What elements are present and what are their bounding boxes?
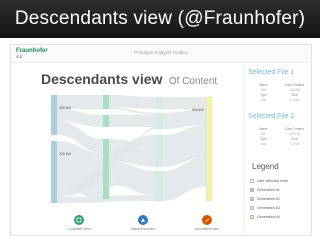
complete-view-button[interactable]: Complete View xyxy=(59,215,99,231)
annotate-icon xyxy=(202,215,212,225)
app-window: Fraunhofer IGD Prototype Analysis Toolbo… xyxy=(10,44,312,236)
selected-file-1-title: Selected File 1 xyxy=(248,69,295,76)
sankey-node[interactable] xyxy=(102,94,110,110)
legend-swatch xyxy=(250,205,254,210)
selected-file-2-details: Name Date Created file 12/1/18 Type Size… xyxy=(248,127,310,147)
expand-icon xyxy=(74,215,84,225)
sankey-link[interactable] xyxy=(109,95,156,109)
chart-title-main: Descendants view xyxy=(41,71,163,87)
evolution-icon xyxy=(138,215,148,225)
complete-view-label: Complete View xyxy=(67,227,91,231)
legend-label: Generation #3 xyxy=(257,205,280,210)
visual-evolution-label: Visual Evolution xyxy=(130,227,156,231)
annotated-view-label: Annotated view xyxy=(195,227,219,231)
legend-item: User selected node xyxy=(250,176,310,185)
sankey-node[interactable] xyxy=(155,134,163,168)
file1-type: doc xyxy=(260,98,267,102)
legend-item: Generation #4 xyxy=(250,212,310,221)
sankey-node-label: 660 kW xyxy=(192,108,205,112)
sankey-node-label: 350 kW xyxy=(59,106,72,110)
legend-swatch xyxy=(250,187,254,192)
side-panel: Selected File 1 Name Date Created file 1… xyxy=(243,65,311,235)
sankey-node[interactable] xyxy=(155,96,163,110)
sankey-node[interactable] xyxy=(205,96,213,202)
legend: User selected node Generation #1 Generat… xyxy=(250,176,310,221)
sankey-node[interactable] xyxy=(155,112,163,130)
file2-size: 1.2 kB xyxy=(289,142,300,146)
legend-item: Generation #1 xyxy=(250,185,310,194)
legend-item: Generation #2 xyxy=(250,194,310,203)
slide-title: Descendants view (@Fraunhofer) xyxy=(0,0,320,38)
legend-label: Generation #1 xyxy=(257,187,280,192)
sankey-node[interactable] xyxy=(102,138,110,200)
sankey-link[interactable] xyxy=(109,115,156,127)
logo-subtitle: IGD xyxy=(16,55,23,59)
chart-title-sub: Of Content xyxy=(168,76,218,87)
main-panel: Descendants view Of Content 350 kW 320 kW… xyxy=(31,71,241,235)
legend-swatch xyxy=(250,214,254,219)
top-bar: Fraunhofer IGD Prototype Analysis Toolbo… xyxy=(11,45,311,63)
sankey-node[interactable] xyxy=(102,114,110,128)
action-bar: Complete View Visual Evolution Annotated… xyxy=(59,215,229,235)
file1-size: 1.2 kB xyxy=(289,98,300,102)
app-title: Prototype Analysis Toolbox xyxy=(134,50,188,55)
sankey-diagram: 350 kW 320 kW 660 kW xyxy=(50,94,213,204)
sankey-node[interactable] xyxy=(50,94,58,136)
legend-label: Generation #4 xyxy=(257,214,280,219)
sankey-node-label: 320 kW xyxy=(59,152,72,156)
annotated-view-button[interactable]: Annotated view xyxy=(187,215,227,231)
sankey-node[interactable] xyxy=(155,170,163,202)
sankey-node[interactable] xyxy=(50,140,58,204)
selected-file-1-details: Name Date Created file 12/1/18 Type Size… xyxy=(248,83,310,103)
legend-label: User selected node xyxy=(257,178,288,183)
visual-evolution-button[interactable]: Visual Evolution xyxy=(123,215,163,231)
legend-label: Generation #2 xyxy=(257,196,280,201)
sankey-links xyxy=(57,95,206,203)
file2-type: doc xyxy=(260,142,267,146)
legend-swatch xyxy=(250,178,254,183)
legend-swatch xyxy=(250,196,254,201)
legend-title: Legend xyxy=(252,162,279,171)
selected-file-2-title: Selected File 2 xyxy=(248,113,295,120)
legend-item: Generation #3 xyxy=(250,203,310,212)
